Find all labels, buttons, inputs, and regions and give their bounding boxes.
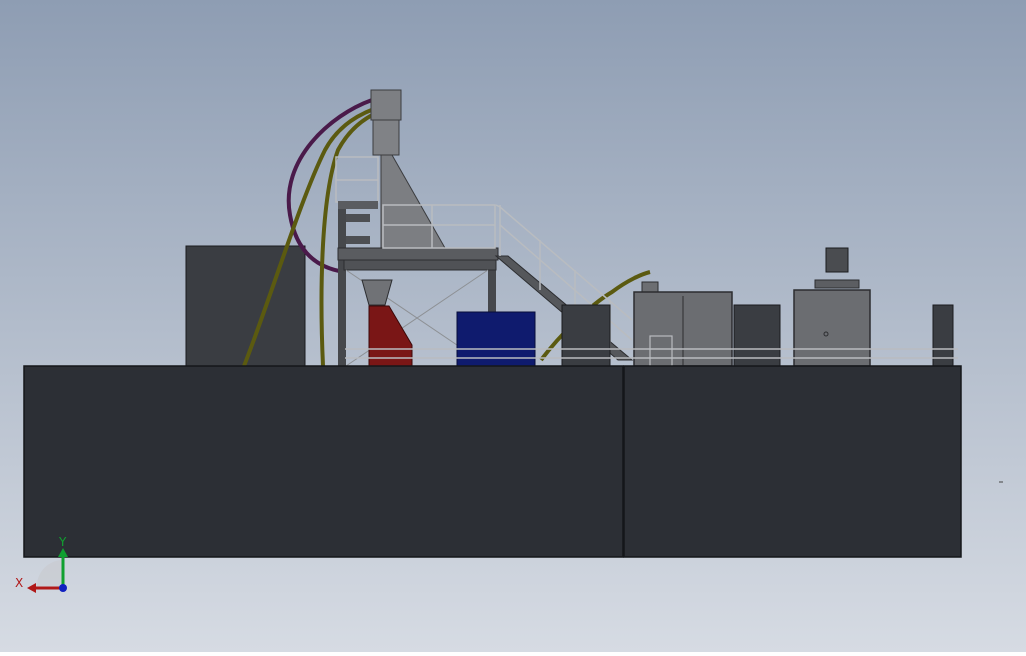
post-right	[932, 304, 954, 367]
dark-cabinet	[733, 304, 781, 367]
z-axis-dot	[59, 584, 67, 592]
storage-tank-left	[185, 245, 306, 367]
y-axis-label: Y	[58, 535, 67, 549]
assembly-side-view: Y X	[0, 0, 1026, 652]
cyclone-top-box	[370, 89, 402, 121]
cyclone-body	[372, 119, 400, 156]
cad-viewport[interactable]: Y X	[0, 0, 1026, 652]
control-cabinet	[561, 304, 611, 367]
base-container-right	[623, 365, 962, 558]
x-axis-label: X	[15, 576, 23, 590]
mixer-unit-1	[633, 281, 733, 367]
base-container-left	[23, 365, 624, 558]
